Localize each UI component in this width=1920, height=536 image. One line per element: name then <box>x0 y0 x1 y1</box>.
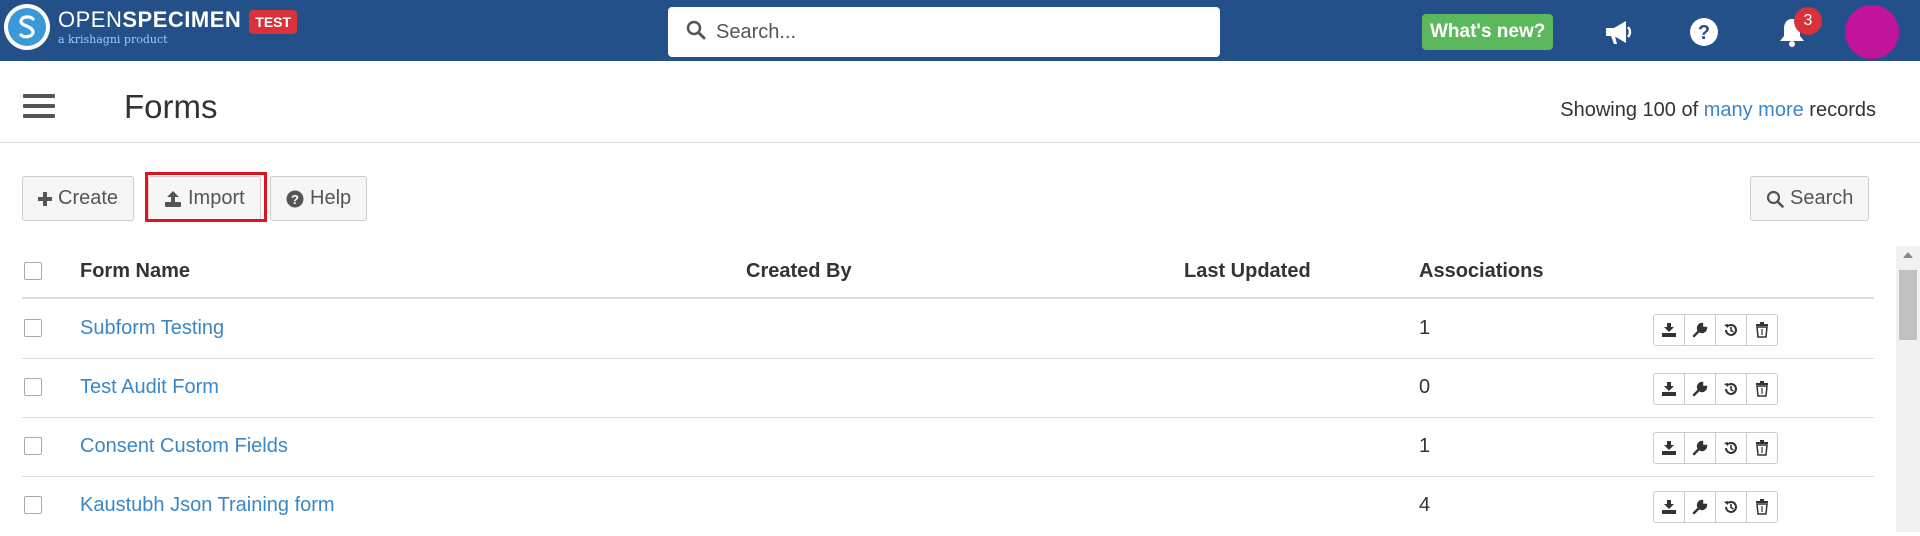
trash-icon[interactable] <box>1746 432 1778 464</box>
select-all-checkbox[interactable] <box>24 262 42 280</box>
form-name-link[interactable]: Test Audit Form <box>80 376 219 399</box>
import-highlight-box <box>145 172 267 222</box>
associations-count: 1 <box>1419 317 1431 339</box>
wrench-icon[interactable] <box>1684 314 1716 346</box>
table-row: Test Audit Form 0 <box>22 359 1874 418</box>
search-icon <box>686 20 706 45</box>
column-header-form-name[interactable]: Form Name <box>80 260 190 283</box>
svg-text:?: ? <box>291 192 299 207</box>
history-icon[interactable] <box>1715 314 1747 346</box>
brand-text: OPENSPECIMEN a krishagni product <box>58 7 242 46</box>
whats-new-button[interactable]: What's new? <box>1422 14 1554 50</box>
records-count: Showing 100 of many more records <box>1560 99 1876 122</box>
trash-icon[interactable] <box>1746 314 1778 346</box>
vertical-scrollbar[interactable] <box>1896 246 1920 532</box>
trash-icon[interactable] <box>1746 491 1778 523</box>
create-label: Create <box>58 187 119 209</box>
question-circle-icon: ? <box>286 190 304 208</box>
form-name-link[interactable]: Consent Custom Fields <box>80 435 288 458</box>
associations-count: 1 <box>1419 435 1431 457</box>
search-label: Search <box>1790 187 1854 209</box>
search-button[interactable]: Search <box>1750 176 1870 221</box>
scrollbar-thumb[interactable] <box>1899 270 1917 340</box>
row-actions <box>1653 491 1778 523</box>
page-header: Forms Showing 100 of many more records <box>0 61 1920 143</box>
row-actions <box>1653 373 1778 405</box>
help-label: Help <box>310 187 352 209</box>
user-avatar[interactable] <box>1845 5 1899 59</box>
row-checkbox[interactable] <box>24 496 42 514</box>
row-checkbox[interactable] <box>24 437 42 455</box>
global-search[interactable] <box>668 7 1220 57</box>
table-row: Subform Testing 1 <box>22 300 1874 359</box>
wrench-icon[interactable] <box>1684 432 1716 464</box>
column-header-last-updated[interactable]: Last Updated <box>1184 260 1311 283</box>
records-suffix: records <box>1809 99 1876 121</box>
question-circle-icon[interactable]: ? <box>1686 14 1722 50</box>
page-title: Forms <box>124 88 218 125</box>
trash-icon[interactable] <box>1746 373 1778 405</box>
associations-count: 0 <box>1419 376 1431 398</box>
download-icon[interactable] <box>1653 432 1685 464</box>
download-icon[interactable] <box>1653 491 1685 523</box>
column-header-created-by[interactable]: Created By <box>746 260 852 283</box>
brand-tagline: a krishagni product <box>58 33 168 46</box>
wrench-icon[interactable] <box>1684 373 1716 405</box>
history-icon[interactable] <box>1715 491 1747 523</box>
many-more-link[interactable]: many more <box>1704 99 1804 121</box>
hamburger-icon[interactable] <box>23 94 55 124</box>
column-header-associations[interactable]: Associations <box>1419 260 1543 283</box>
row-checkbox[interactable] <box>24 378 42 396</box>
openspecimen-logo-icon <box>4 4 50 50</box>
plus-icon <box>38 191 52 206</box>
table-row: Kaustubh Json Training form 4 <box>22 477 1874 536</box>
table-row: Consent Custom Fields 1 <box>22 418 1874 477</box>
download-icon[interactable] <box>1653 373 1685 405</box>
table-header: Form Name Created By Last Updated Associ… <box>22 250 1874 299</box>
form-name-link[interactable]: Subform Testing <box>80 317 224 340</box>
wrench-icon[interactable] <box>1684 491 1716 523</box>
form-name-link[interactable]: Kaustubh Json Training form <box>80 494 335 517</box>
associations-count: 4 <box>1419 494 1431 516</box>
notification-count-badge: 3 <box>1794 7 1822 35</box>
environment-badge: TEST <box>249 10 298 34</box>
scroll-up-arrow-icon[interactable] <box>1896 246 1920 264</box>
help-button[interactable]: ? Help <box>270 176 368 221</box>
history-icon[interactable] <box>1715 373 1747 405</box>
brand-name-bold: SPECIMEN <box>122 7 242 32</box>
row-checkbox[interactable] <box>24 319 42 337</box>
megaphone-icon[interactable] <box>1600 14 1636 50</box>
download-icon[interactable] <box>1653 314 1685 346</box>
row-actions <box>1653 314 1778 346</box>
global-search-input[interactable] <box>716 20 1186 44</box>
row-actions <box>1653 432 1778 464</box>
records-prefix: Showing 100 of <box>1560 99 1699 121</box>
history-icon[interactable] <box>1715 432 1747 464</box>
svg-text:?: ? <box>1698 22 1710 44</box>
brand-name-light: OPEN <box>58 7 123 32</box>
search-icon <box>1766 190 1784 208</box>
brand-logo[interactable]: OPENSPECIMEN a krishagni product TEST <box>4 4 298 50</box>
create-button[interactable]: Create <box>22 176 135 221</box>
top-navbar: OPENSPECIMEN a krishagni product TEST Wh… <box>0 0 1920 61</box>
